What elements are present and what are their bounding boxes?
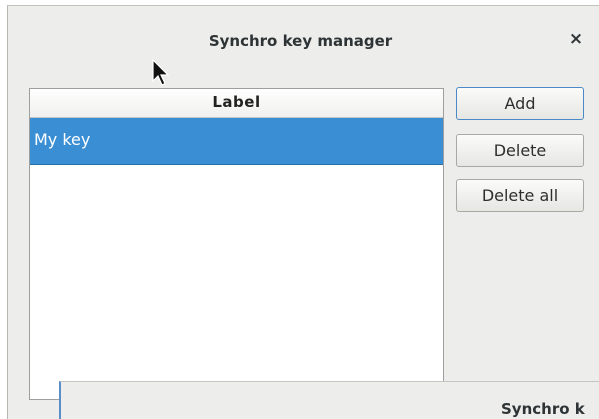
key-list[interactable]: Label My key [29, 88, 444, 400]
list-item[interactable]: My key [30, 118, 443, 165]
mouse-pointer-icon [152, 59, 170, 86]
add-button[interactable]: Add [456, 87, 584, 120]
column-header-label[interactable]: Label [30, 89, 443, 118]
second-dialog-window[interactable]: Synchro k [59, 381, 599, 419]
delete-button[interactable]: Delete [456, 134, 584, 167]
dialog-title: Synchro key manager [208, 32, 393, 50]
close-icon[interactable]: × [566, 28, 586, 50]
second-dialog-title: Synchro k [501, 400, 585, 418]
delete-all-button[interactable]: Delete all [456, 179, 584, 212]
